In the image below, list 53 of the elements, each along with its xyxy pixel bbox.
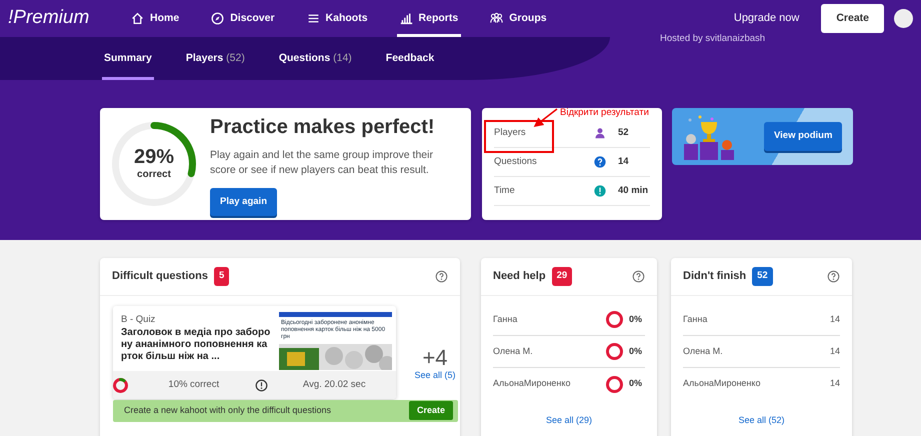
accuracy-percent: 0% <box>629 377 644 390</box>
summary-title: Practice makes perfect! <box>210 115 436 140</box>
count-badge: 29 <box>552 267 572 286</box>
report-tab[interactable]: Players (52) <box>184 37 247 80</box>
question-type: B - Quiz <box>121 313 156 327</box>
answered-count: 14 <box>830 344 840 358</box>
report-tab[interactable]: Questions (14) <box>276 37 354 80</box>
accuracy-text: 10% correct <box>167 378 220 392</box>
card-title: Difficult questions <box>112 269 208 284</box>
question-title: Заголовок в медіа про заборону ананімного поповнення карток більш ніж на ... <box>121 327 271 364</box>
see-all-link[interactable]: See all (52) <box>738 414 785 428</box>
more-count: +4 <box>422 347 448 369</box>
summary-text: Play again and let the same group improve their score or see if new players can beat this result. <box>210 148 434 178</box>
annotation-text: Відкрити результати <box>560 108 649 118</box>
average-time: Avg. 20.02 sec <box>302 378 367 392</box>
stat-label: Time <box>494 184 516 198</box>
count-badge: 5 <box>214 267 230 286</box>
player-name: АльонаМироненко <box>683 377 760 390</box>
player-name: Ганна <box>683 312 708 326</box>
see-all-link[interactable]: See all (5) <box>414 369 456 382</box>
see-all-link[interactable]: See all (29) <box>546 414 592 428</box>
report-tab[interactable]: Feedback <box>384 37 436 80</box>
banner-text: Create a new kahoot with only the difficult questions <box>124 404 331 417</box>
stat-value: 52 <box>618 126 629 140</box>
nav-tab[interactable]: Discover <box>208 0 278 37</box>
card-title: Need help <box>493 269 546 284</box>
create-button[interactable]: Create <box>821 4 884 34</box>
player-name: АльонаМироненко <box>493 377 570 390</box>
answered-count: 14 <box>830 312 840 326</box>
stat-label: Players <box>494 126 527 140</box>
report-tab[interactable]: Summary <box>102 37 154 80</box>
score-percent: 29% <box>134 146 174 166</box>
score-caption: correct <box>137 168 171 182</box>
stat-value: 14 <box>618 154 629 169</box>
create-button[interactable]: Create <box>408 400 453 420</box>
player-name: Ганна <box>493 312 518 326</box>
stat-label: Questions <box>494 154 538 169</box>
nav-tab[interactable]: Kahoots <box>304 0 371 37</box>
upgrade-link[interactable]: Upgrade now <box>728 9 806 28</box>
count-badge: 52 <box>752 267 773 286</box>
player-name: Олена М. <box>683 344 723 358</box>
view-podium-button[interactable]: View podium <box>764 122 842 151</box>
player-name: Олена М. <box>493 344 533 358</box>
nav-tab[interactable]: Home <box>128 0 182 37</box>
logo[interactable]: !Premium <box>8 4 128 33</box>
answered-count: 14 <box>830 377 840 390</box>
accuracy-percent: 0% <box>629 344 644 358</box>
play-again-button[interactable]: Play again <box>210 188 277 216</box>
nav-tab[interactable]: Groups <box>487 0 550 37</box>
stat-value: 40 min <box>618 184 648 198</box>
host-text: Hosted by svitlanaizbash <box>660 32 766 46</box>
accuracy-percent: 0% <box>629 312 644 326</box>
card-title: Didn't finish <box>683 269 746 284</box>
